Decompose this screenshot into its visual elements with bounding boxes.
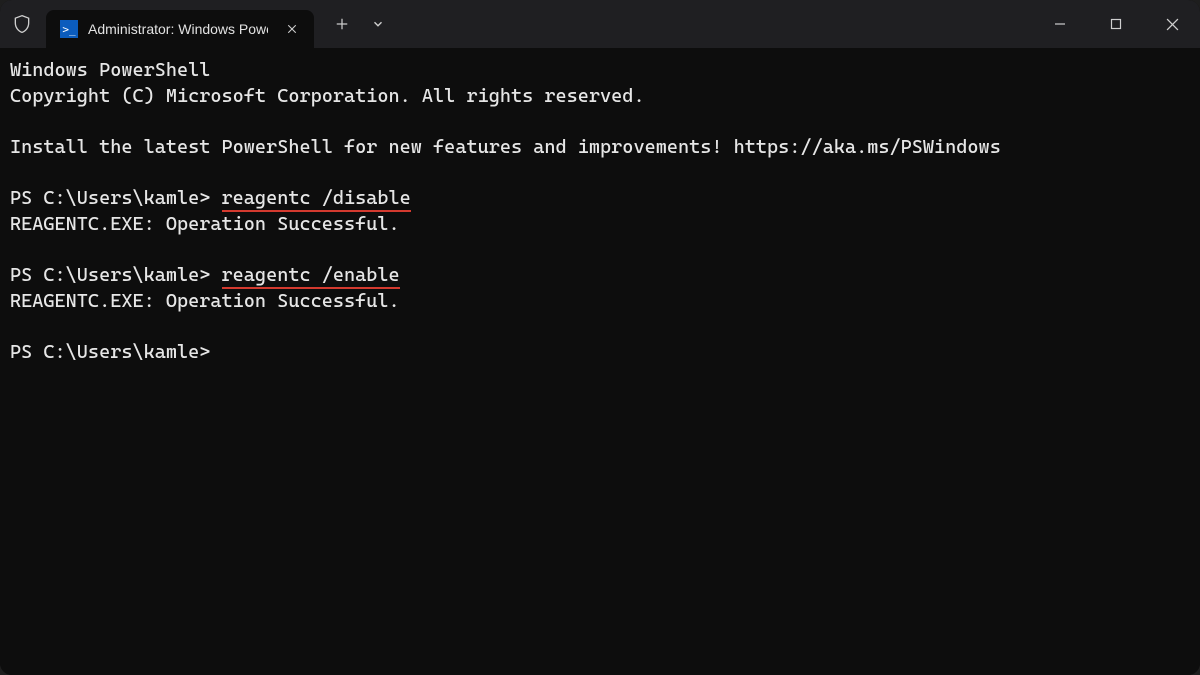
maximize-button[interactable] (1088, 0, 1144, 48)
terminal-line: PS C:\Users\kamle> reagentc /disable (10, 186, 1190, 212)
terminal-line: Windows PowerShell (10, 58, 1190, 84)
terminal-line: REAGENTC.EXE: Operation Successful. (10, 289, 1190, 315)
terminal-line: PS C:\Users\kamle> reagentc /enable (10, 263, 1190, 289)
terminal-line: Copyright (C) Microsoft Corporation. All… (10, 84, 1190, 110)
tab-actions (322, 0, 398, 48)
window-controls (1032, 0, 1200, 48)
terminal-output[interactable]: Windows PowerShellCopyright (C) Microsof… (0, 48, 1200, 675)
titlebar: >_ Administrator: Windows Powe (0, 0, 1200, 48)
powershell-icon: >_ (60, 20, 78, 38)
command-text: /disable (311, 187, 411, 212)
ps-prompt: PS C:\Users\kamle> (10, 341, 210, 363)
terminal-line: REAGENTC.EXE: Operation Successful. (10, 212, 1190, 238)
terminal-line (10, 237, 1190, 263)
command-text: reagentc (222, 264, 311, 289)
terminal-window: >_ Administrator: Windows Powe (0, 0, 1200, 675)
terminal-line (10, 109, 1190, 135)
minimize-button[interactable] (1032, 0, 1088, 48)
ps-prompt: PS C:\Users\kamle> (10, 187, 222, 209)
tab-dropdown-button[interactable] (358, 0, 398, 48)
close-tab-icon[interactable] (284, 21, 300, 37)
command-text: /enable (311, 264, 400, 289)
ps-prompt: PS C:\Users\kamle> (10, 264, 222, 286)
terminal-line (10, 161, 1190, 187)
terminal-line: PS C:\Users\kamle> (10, 340, 1190, 366)
command-text: reagentc (222, 187, 311, 212)
active-tab[interactable]: >_ Administrator: Windows Powe (46, 10, 314, 48)
tab-title: Administrator: Windows Powe (88, 21, 268, 37)
shield-outline-icon (12, 14, 32, 34)
terminal-line (10, 314, 1190, 340)
new-tab-button[interactable] (322, 0, 362, 48)
terminal-line: Install the latest PowerShell for new fe… (10, 135, 1190, 161)
window-close-button[interactable] (1144, 0, 1200, 48)
